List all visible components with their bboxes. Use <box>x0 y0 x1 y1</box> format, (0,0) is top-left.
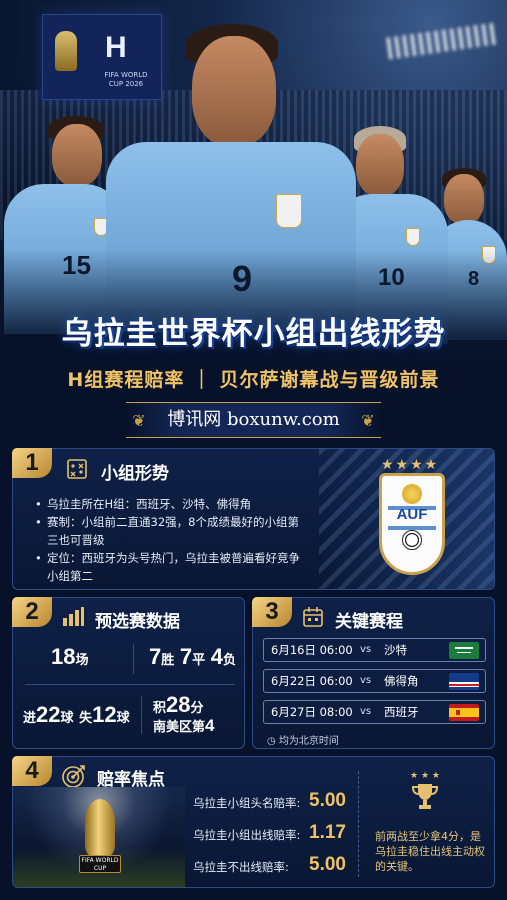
trophy-logo-icon <box>55 31 77 71</box>
section-badge: 2 <box>12 597 52 627</box>
emblem-area: ★★★★ AUF <box>319 449 494 589</box>
laurel-right-icon: ❦ <box>361 411 375 430</box>
trophy-icon <box>85 799 115 857</box>
clock-icon: ◷ <box>267 736 276 747</box>
calendar-icon <box>303 607 323 627</box>
fixture-opponent: 佛得角 <box>384 674 419 688</box>
fixture-vs: vs <box>360 706 372 717</box>
goals-stat: 进22球 失12球 <box>23 702 130 727</box>
record-stat: 7胜 7平 4负 <box>149 644 236 669</box>
world-cup-trophy-image: FIFA WORLD CUP <box>13 787 185 887</box>
odds-value: 5.00 <box>309 854 346 875</box>
laurel-left-icon: ❦ <box>132 411 146 430</box>
fixture-datetime: 6月16日 06:00 <box>271 643 353 657</box>
fixture-opponent: 西班牙 <box>384 705 419 719</box>
section-badge: 3 <box>252 597 292 627</box>
section-badge: 4 <box>12 756 52 786</box>
odds-row: 乌拉圭小组出线赔率: 1.17 <box>193 822 363 843</box>
hero-section: H FIFA WORLD CUP 2026 15 8 10 9 乌拉圭世界杯小组… <box>0 0 507 440</box>
key-fixtures-panel: 3 关键赛程 6月16日 06:00 vs 沙特 6月22日 06:00 vs … <box>252 597 495 749</box>
odds-value: 5.00 <box>309 790 346 811</box>
sun-icon <box>402 484 422 504</box>
spain-flag-icon <box>449 704 479 721</box>
brand-text: 博讯网 boxunw.com <box>167 409 340 430</box>
list-item: 赛制：小组前二直通32强，8个成绩最好的小组第三也可晋级 <box>35 513 305 549</box>
fixture-datetime: 6月22日 06:00 <box>271 674 353 688</box>
cape-verde-flag-icon <box>449 673 479 690</box>
odds-row: 乌拉圭不出线赔率: 5.00 <box>193 854 363 875</box>
fixture-datetime: 6月27日 08:00 <box>271 705 353 719</box>
bar-chart-icon <box>63 607 84 626</box>
fixture-row[interactable]: 6月27日 08:00 vs 西班牙 <box>263 700 486 724</box>
fixture-row[interactable]: 6月22日 06:00 vs 佛得角 <box>263 669 486 693</box>
group-situation-panel: 1 小组形势 乌拉圭所在H组：西班牙、沙特、佛得角 赛制：小组前二直通32强，8… <box>12 448 495 590</box>
group-info-list: 乌拉圭所在H组：西班牙、沙特、佛得角 赛制：小组前二直通32强，8个成绩最好的小… <box>35 495 305 585</box>
points-stat: 积28分 <box>153 692 204 717</box>
trophy-base-label: FIFA WORLD CUP <box>79 855 121 873</box>
odds-label: 乌拉圭不出线赔率: <box>193 860 289 874</box>
qualifier-stats-panel: 2 预选赛数据 18场 7胜 7平 4负 进22球 失12球 积28分 南美区第… <box>12 597 245 749</box>
list-item: 乌拉圭所在H组：西班牙、沙特、佛得角 <box>35 495 305 513</box>
odds-value: 1.17 <box>309 822 346 843</box>
four-stars-icon: ★★★★ <box>381 457 440 473</box>
fixture-opponent: 沙特 <box>384 643 407 657</box>
subtitle: H组赛程赔率 ｜ 贝尔萨谢幕战与晋级前景 <box>67 369 440 391</box>
main-title: 乌拉圭世界杯小组出线形势 <box>61 316 446 352</box>
stadium-lights <box>386 22 498 60</box>
timezone-note: ◷ 均为北京时间 <box>267 736 339 747</box>
brand-plate[interactable]: ❦ 博讯网 boxunw.com ❦ <box>126 402 381 438</box>
odds-note: 前两战至少拿4分，是乌拉圭稳住出线主动权的关键。 <box>375 830 485 873</box>
section-title: 小组形势 <box>101 464 169 484</box>
section-title: 关键赛程 <box>335 612 403 632</box>
trophy-stars-icon: ★ ★ ★ <box>405 771 445 815</box>
section-badge: 1 <box>12 448 52 478</box>
section-title: 预选赛数据 <box>95 612 180 632</box>
odds-row: 乌拉圭小组头名赔率: 5.00 <box>193 790 363 811</box>
fixture-vs: vs <box>360 644 372 655</box>
football-icon <box>402 530 422 550</box>
tactics-board-icon <box>67 459 87 479</box>
odds-label: 乌拉圭小组头名赔率: <box>193 796 301 810</box>
fixture-row[interactable]: 6月16日 06:00 vs 沙特 <box>263 638 486 662</box>
odds-focus-panel: 4 赔率焦点 FIFA WORLD CUP 乌拉圭小组头名赔率: 5.00 乌拉… <box>12 756 495 888</box>
auf-emblem: AUF <box>379 473 445 575</box>
emblem-text: AUF <box>396 506 428 523</box>
list-item: 定位：西班牙为头号热门，乌拉圭被普遍看好竞争小组第二 <box>35 549 305 585</box>
saudi-flag-icon <box>449 642 479 659</box>
odds-label: 乌拉圭小组出线赔率: <box>193 828 301 842</box>
fixture-vs: vs <box>360 675 372 686</box>
matches-stat: 18场 <box>51 644 89 669</box>
rank-stat: 南美区第4 <box>153 716 215 735</box>
target-icon <box>62 765 85 788</box>
